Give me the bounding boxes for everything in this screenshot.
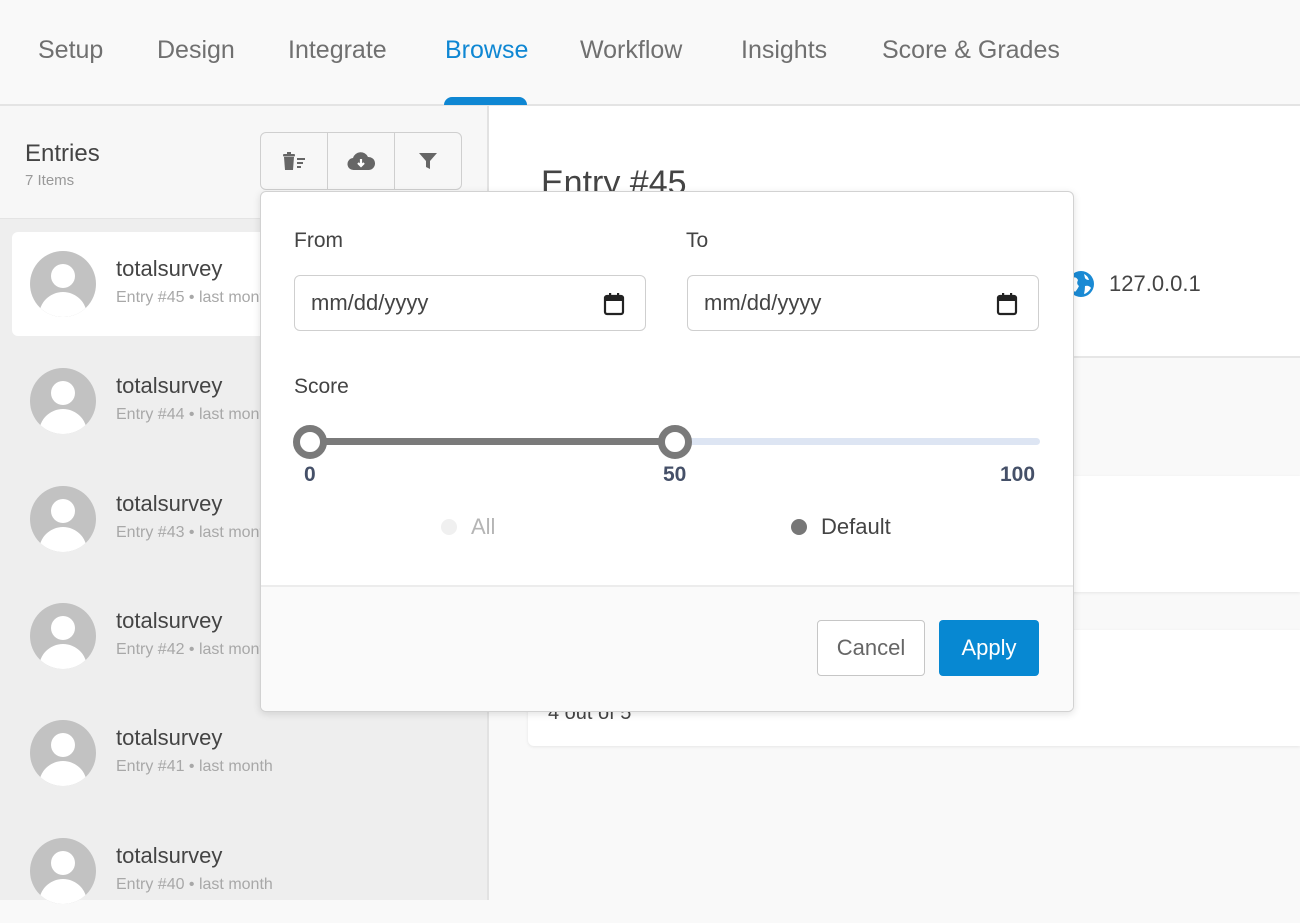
active-tab-indicator <box>444 97 527 105</box>
ip-text: 127.0.0.1 <box>1109 271 1201 296</box>
entry-meta: Entry #40 • last month <box>116 875 273 893</box>
cancel-button[interactable]: Cancel <box>817 620 925 676</box>
entry-list-item[interactable]: totalsurvey Entry #41 • last month <box>12 701 482 805</box>
avatar-head <box>51 264 75 288</box>
avatar-body <box>39 526 87 552</box>
avatar-head <box>51 850 75 875</box>
top-nav: Setup Design Integrate Browse Workflow I… <box>0 0 1300 106</box>
avatar-body <box>39 643 87 669</box>
avatar <box>30 602 96 669</box>
avatar-head <box>51 381 75 406</box>
to-label: To <box>686 229 709 252</box>
avatar <box>30 720 96 787</box>
entry-meta: Entry #41 • last month <box>116 758 273 776</box>
ip-address: 127.0.0.1 <box>1067 270 1201 298</box>
cloud-download-icon <box>347 152 375 171</box>
avatar <box>30 368 96 435</box>
radio-all[interactable]: All <box>441 514 495 540</box>
avatar-head <box>51 733 75 758</box>
entry-name: totalsurvey <box>116 842 223 868</box>
tab-workflow[interactable]: Workflow <box>580 36 682 65</box>
entry-name: totalsurvey <box>116 725 223 751</box>
tab-design[interactable]: Design <box>157 36 235 65</box>
tab-browse[interactable]: Browse <box>445 36 528 65</box>
score-slider-range <box>310 438 675 445</box>
entry-meta: Entry #42 • last month <box>116 640 273 658</box>
entries-toolbar <box>260 132 462 190</box>
to-date-input[interactable]: mm/dd/yyyy <box>687 275 1039 331</box>
radio-all-indicator[interactable] <box>441 519 457 535</box>
score-tick-max: 100 <box>1000 463 1036 486</box>
tab-insights[interactable]: Insights <box>741 36 827 65</box>
radio-default-indicator[interactable] <box>791 519 807 535</box>
from-date-placeholder: mm/dd/yyyy <box>311 290 429 315</box>
from-label: From <box>294 229 343 252</box>
tab-setup[interactable]: Setup <box>38 36 103 65</box>
filter-icon <box>419 153 437 169</box>
calendar-icon[interactable] <box>603 292 625 316</box>
export-button[interactable] <box>328 133 395 189</box>
score-tick-min: 0 <box>304 463 316 486</box>
avatar <box>30 485 96 552</box>
entry-name: totalsurvey <box>116 373 223 399</box>
tab-integrate[interactable]: Integrate <box>288 36 387 65</box>
avatar-body <box>39 292 87 317</box>
entry-meta: Entry #45 • last month <box>116 289 273 306</box>
filter-button[interactable] <box>395 133 461 189</box>
score-label: Score <box>294 375 349 398</box>
calendar-icon[interactable] <box>996 292 1018 316</box>
avatar-body <box>39 409 87 435</box>
avatar-head <box>51 615 75 640</box>
bulk-delete-icon <box>283 152 305 170</box>
tab-score-grades[interactable]: Score & Grades <box>882 36 1060 65</box>
entry-meta: Entry #43 • last month <box>116 523 273 541</box>
score-tick-mid: 50 <box>663 463 687 486</box>
entry-meta: Entry #44 • last month <box>116 406 273 424</box>
bulk-delete-button[interactable] <box>261 133 328 189</box>
to-date-placeholder: mm/dd/yyyy <box>704 290 822 315</box>
avatar-body <box>39 761 87 787</box>
avatar <box>30 837 96 904</box>
radio-all-label: All <box>471 514 496 539</box>
filter-popover: From To mm/dd/yyyy mm/dd/yyyy Score 0 50… <box>260 191 1074 712</box>
avatar <box>30 251 96 317</box>
apply-button[interactable]: Apply <box>939 620 1039 676</box>
avatar-head <box>51 498 75 523</box>
score-min-handle[interactable] <box>293 425 327 459</box>
entry-name: totalsurvey <box>116 607 223 633</box>
score-max-handle[interactable] <box>658 425 692 459</box>
entry-name: totalsurvey <box>116 490 223 516</box>
radio-default-label: Default <box>821 514 891 539</box>
filter-footer: Cancel Apply <box>261 585 1073 711</box>
entry-list-item[interactable]: totalsurvey Entry #40 • last month <box>12 819 482 923</box>
entry-name: totalsurvey <box>116 256 223 281</box>
from-date-input[interactable]: mm/dd/yyyy <box>294 275 646 331</box>
radio-default[interactable]: Default <box>791 514 891 540</box>
entries-title: Entries <box>25 140 100 167</box>
entries-count: 7 Items <box>25 172 75 189</box>
